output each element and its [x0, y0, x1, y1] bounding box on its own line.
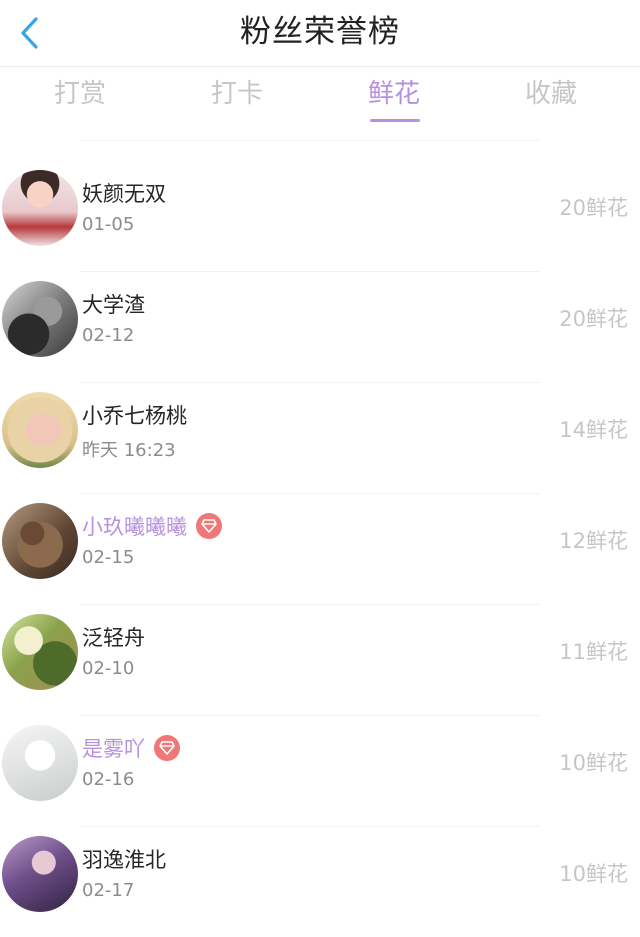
divider [80, 826, 540, 827]
fan-date: 02-16 [82, 769, 135, 790]
tab-favorites[interactable]: 收藏 [491, 67, 611, 129]
divider [80, 140, 540, 141]
avatar[interactable] [2, 392, 78, 468]
divider [80, 271, 540, 272]
fan-date: 02-10 [82, 658, 135, 679]
flower-count: 20鲜花 [559, 196, 628, 220]
flower-count: 10鲜花 [559, 862, 628, 886]
list-item[interactable]: 是雾吖 02-16 10鲜花 [0, 715, 640, 826]
chevron-left-icon [21, 17, 38, 49]
avatar[interactable] [2, 836, 78, 912]
fan-name: 大学渣 [82, 293, 145, 317]
avatar[interactable] [2, 281, 78, 357]
fan-date: 02-12 [82, 325, 135, 346]
list-item[interactable]: 大学渣 02-12 20鲜花 [0, 271, 640, 382]
fan-name: 小乔七杨桃 [82, 404, 187, 428]
flower-count: 10鲜花 [559, 751, 628, 775]
list-item[interactable]: 妖颜无双 01-05 20鲜花 [0, 160, 640, 271]
diamond-icon [196, 513, 222, 539]
tab-bar: 打赏 打卡 鲜花 收藏 [0, 67, 640, 129]
diamond-icon [154, 735, 180, 761]
flower-count: 14鲜花 [559, 418, 628, 442]
fan-date: 02-15 [82, 547, 135, 568]
avatar[interactable] [2, 725, 78, 801]
page-title: 粉丝荣誉榜 [240, 14, 400, 50]
fan-date: 昨天 16:23 [82, 440, 176, 461]
flower-count: 20鲜花 [559, 307, 628, 331]
fan-name: 是雾吖 [82, 737, 145, 761]
flower-count: 12鲜花 [559, 529, 628, 553]
tab-checkin[interactable]: 打卡 [177, 67, 297, 129]
tab-tip[interactable]: 打赏 [20, 67, 140, 129]
avatar[interactable] [2, 170, 78, 246]
fan-name: 小玖曦曦曦 [82, 515, 187, 539]
list-item[interactable]: 小玖曦曦曦 02-15 12鲜花 [0, 493, 640, 604]
avatar[interactable] [2, 503, 78, 579]
fan-date: 02-17 [82, 880, 135, 901]
avatar[interactable] [2, 614, 78, 690]
divider [80, 382, 540, 383]
divider [80, 715, 540, 716]
divider [80, 493, 540, 494]
top-bar: 粉丝荣誉榜 [0, 0, 640, 67]
fan-date: 01-05 [82, 214, 135, 235]
fan-name: 妖颜无双 [82, 182, 166, 206]
fan-name: 泛轻舟 [82, 626, 145, 650]
list-item[interactable]: 羽逸淮北 02-17 10鲜花 [0, 826, 640, 937]
fan-ranking-list: 妖颜无双 01-05 20鲜花 大学渣 02-12 20鲜花 小乔七杨桃 昨天 … [0, 160, 640, 937]
back-button[interactable] [0, 0, 60, 66]
flower-count: 11鲜花 [559, 640, 628, 664]
fan-name: 羽逸淮北 [82, 848, 166, 872]
list-item[interactable]: 泛轻舟 02-10 11鲜花 [0, 604, 640, 715]
divider [80, 604, 540, 605]
list-item[interactable]: 小乔七杨桃 昨天 16:23 14鲜花 [0, 382, 640, 493]
active-tab-indicator [370, 119, 420, 122]
